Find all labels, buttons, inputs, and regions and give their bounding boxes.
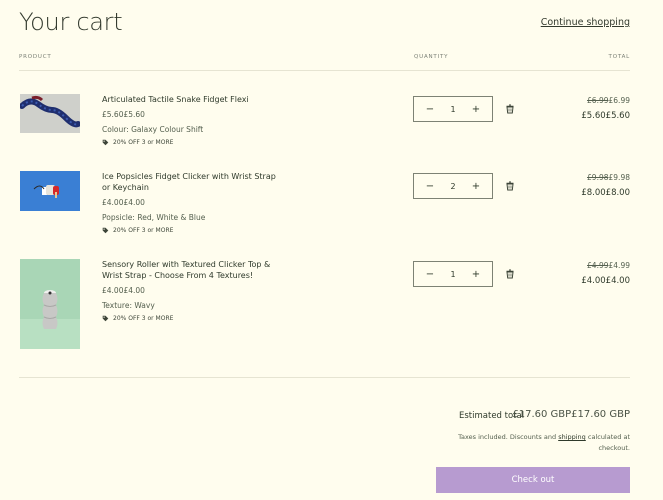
trash-icon[interactable] [505, 104, 515, 114]
product-name[interactable]: Articulated Tactile Snake Fidget Flexi [102, 94, 277, 105]
tax-note: Taxes included. Discounts and shipping c… [430, 432, 630, 454]
product-price: £5.60£5.60 [102, 110, 145, 119]
tag-icon [102, 315, 109, 322]
decrease-quantity-button[interactable]: − [424, 104, 436, 115]
column-header-product: PRODUCT [19, 54, 52, 60]
increase-quantity-button[interactable]: + [470, 181, 482, 192]
checkout-button[interactable]: Check out [436, 467, 630, 493]
product-price: £4.00£4.00 [102, 198, 145, 207]
product-variant: Texture: Wavy [102, 301, 155, 310]
tag-icon [102, 227, 109, 234]
product-name[interactable]: Sensory Roller with Textured Clicker Top… [102, 259, 277, 281]
trash-icon[interactable] [505, 269, 515, 279]
product-image-snake[interactable] [20, 94, 80, 133]
header-divider [19, 70, 630, 71]
final-total: £5.60£5.60 [581, 111, 630, 121]
increase-quantity-button[interactable]: + [470, 269, 482, 280]
quantity-stepper: − 2 + [413, 173, 493, 199]
shipping-link[interactable]: shipping [558, 433, 586, 441]
original-total: £9.98£9.98 [587, 173, 630, 182]
final-total: £8.00£8.00 [581, 188, 630, 198]
product-variant: Popsicle: Red, White & Blue [102, 213, 206, 222]
product-image-popsicle[interactable] [20, 171, 80, 211]
quantity-value[interactable]: 1 [450, 105, 455, 114]
items-divider [19, 377, 630, 378]
product-name[interactable]: Ice Popsicles Fidget Clicker with Wrist … [102, 171, 277, 193]
quantity-value[interactable]: 1 [450, 270, 455, 279]
page-title: Your cart [19, 8, 123, 36]
estimated-total-value: £17.60 GBP£17.60 GBP [512, 409, 630, 420]
increase-quantity-button[interactable]: + [470, 104, 482, 115]
product-image-roller[interactable] [20, 259, 80, 349]
decrease-quantity-button[interactable]: − [424, 181, 436, 192]
decrease-quantity-button[interactable]: − [424, 269, 436, 280]
continue-shopping-link[interactable]: Continue shopping [541, 17, 630, 28]
product-variant: Colour: Galaxy Colour Shift [102, 125, 204, 134]
quantity-stepper: − 1 + [413, 96, 493, 122]
quantity-value[interactable]: 2 [450, 182, 455, 191]
quantity-stepper: − 1 + [413, 261, 493, 287]
tag-icon [102, 139, 109, 146]
discount-badge: 20% OFF 3 or MORE [102, 139, 173, 146]
trash-icon[interactable] [505, 181, 515, 191]
final-total: £4.00£4.00 [581, 276, 630, 286]
column-header-quantity: QUANTITY [414, 54, 449, 60]
product-price: £4.00£4.00 [102, 286, 145, 295]
discount-badge: 20% OFF 3 or MORE [102, 227, 173, 234]
original-total: £4.99£4.99 [587, 261, 630, 270]
discount-badge: 20% OFF 3 or MORE [102, 315, 173, 322]
discount-text: 20% OFF 3 or MORE [113, 139, 174, 146]
discount-text: 20% OFF 3 or MORE [113, 315, 174, 322]
column-header-total: TOTAL [608, 54, 630, 60]
original-total: £6.99£6.99 [587, 96, 630, 105]
tax-note-text: Taxes included. Discounts and [458, 433, 559, 441]
tax-note-text-end: calculated at checkout. [585, 433, 630, 452]
discount-text: 20% OFF 3 or MORE [113, 227, 174, 234]
